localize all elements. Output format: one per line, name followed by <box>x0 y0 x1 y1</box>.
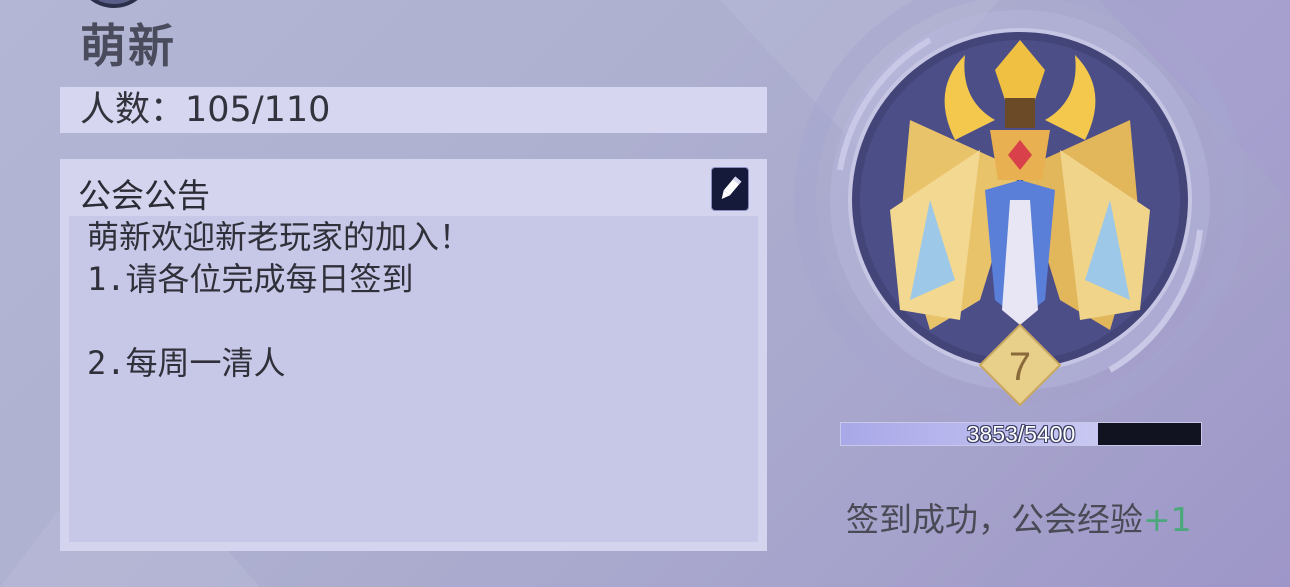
guild-notice-panel: 公会公告 萌新欢迎新老玩家的加入！ 1.请各位完成每日签到 2.每周一清人 <box>60 159 767 551</box>
member-count-value: 105/110 <box>185 90 331 130</box>
guild-exp-text: 3853/5400 <box>966 421 1076 447</box>
member-count-bar: 人数：105/110 <box>60 87 767 133</box>
guild-avatar[interactable] <box>75 0 153 8</box>
edit-notice-button[interactable] <box>711 167 749 211</box>
guild-exp-bar: 3853/5400 <box>840 422 1202 446</box>
checkin-exp-gain: +1 <box>1143 500 1192 539</box>
guild-name: 萌新 <box>80 19 176 73</box>
pencil-icon <box>721 176 742 199</box>
member-count-label: 人数： <box>80 90 186 130</box>
checkin-message-text: 签到成功，公会经验 <box>846 500 1143 539</box>
guild-emblem: 7 <box>780 0 1290 426</box>
notice-title: 公会公告 <box>78 176 210 215</box>
emblem-level: 7 <box>1009 345 1031 389</box>
notice-body-text: 萌新欢迎新老玩家的加入！ 1.请各位完成每日签到 2.每周一清人 <box>69 216 758 542</box>
checkin-success-message: 签到成功，公会经验+1 <box>846 493 1192 541</box>
winged-crown-emblem-icon: 7 <box>794 0 1246 426</box>
